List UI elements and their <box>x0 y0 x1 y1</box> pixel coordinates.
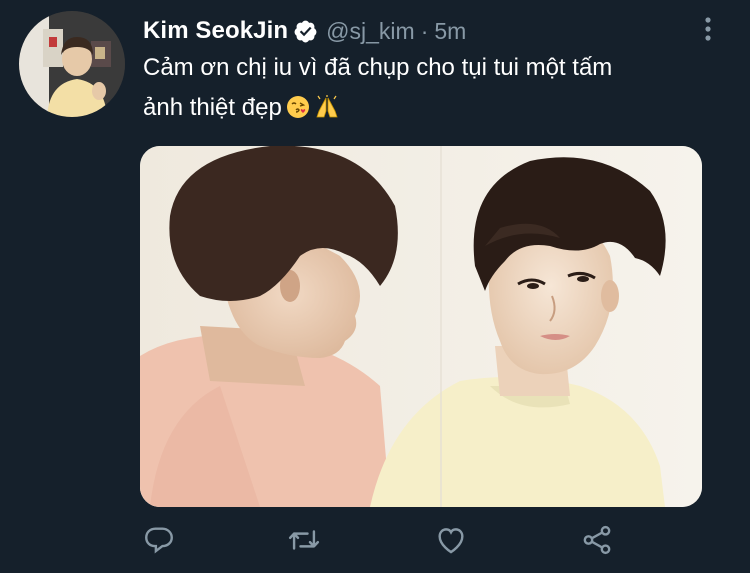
tweet[interactable]: Kim SeokJin @sj_kim · 5m Cảm ơn chị iu v… <box>0 0 750 573</box>
like-icon[interactable] <box>432 520 470 560</box>
display-name[interactable]: Kim SeokJin <box>143 17 288 45</box>
separator-dot: · <box>420 17 429 44</box>
tweet-actions <box>140 520 620 560</box>
tweet-text-line-2-wrap: ảnh thiệt đẹp <box>143 88 703 132</box>
tweet-photo[interactable] <box>140 146 702 507</box>
folded-hands-icon <box>314 92 340 132</box>
avatar-image <box>19 11 125 117</box>
timestamp[interactable]: 5m <box>434 18 466 45</box>
face-blowing-kiss-icon <box>286 92 310 132</box>
tweet-text-line-2: ảnh thiệt đẹp <box>143 94 282 121</box>
avatar[interactable] <box>19 11 125 117</box>
reply-icon[interactable] <box>140 520 178 560</box>
more-options-icon[interactable] <box>700 14 716 44</box>
verified-badge-icon <box>293 19 318 44</box>
tweet-text-line-1: Cảm ơn chị iu vì đã chụp cho tụi tui một… <box>143 54 613 81</box>
tweet-text: Cảm ơn chị iu vì đã chụp cho tụi tui một… <box>143 48 703 132</box>
retweet-icon[interactable] <box>285 520 323 560</box>
photo-image <box>140 146 702 507</box>
tweet-header: Kim SeokJin @sj_kim · 5m <box>143 14 466 48</box>
share-icon[interactable] <box>578 520 616 560</box>
user-handle[interactable]: @sj_kim <box>326 18 415 45</box>
